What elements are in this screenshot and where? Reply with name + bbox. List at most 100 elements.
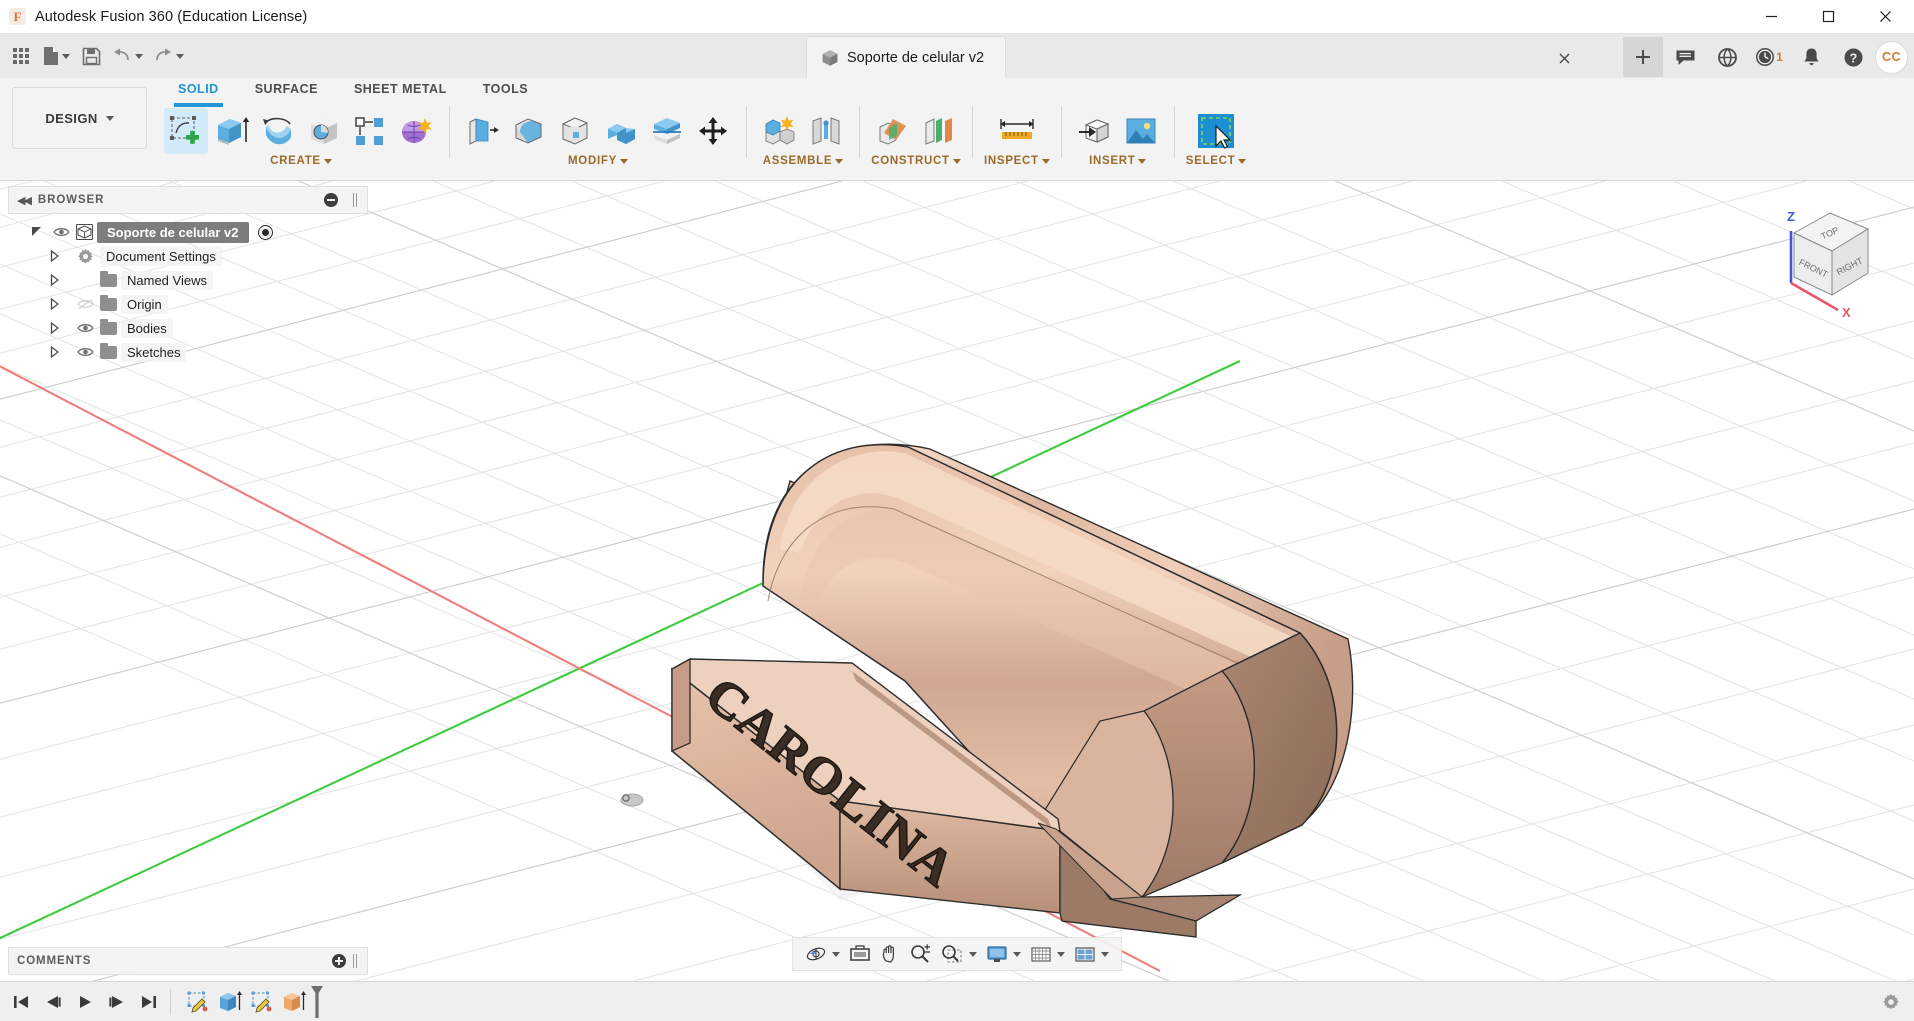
step-back-button[interactable]: [38, 987, 68, 1017]
expand-collapse-icon[interactable]: [50, 274, 70, 286]
chevron-down-icon[interactable]: [1101, 951, 1109, 957]
expand-collapse-icon[interactable]: [50, 250, 70, 262]
chevron-down-icon[interactable]: [62, 53, 70, 59]
visibility-eye-off-icon[interactable]: [74, 298, 96, 310]
chevron-down-icon[interactable]: [1057, 951, 1065, 957]
redo-button[interactable]: [149, 39, 188, 73]
viewport-canvas[interactable]: CAROLINA ◀◀ BROWSER Soporte de celular v…: [0, 181, 1914, 981]
tab-surface[interactable]: SURFACE: [237, 78, 336, 104]
joint-button[interactable]: [804, 108, 848, 154]
expand-collapse-icon[interactable]: [50, 322, 70, 334]
tab-sheet-metal[interactable]: SHEET METAL: [336, 78, 465, 104]
close-document-tab-button[interactable]: [1554, 48, 1574, 68]
panel-resize-grip[interactable]: [353, 954, 359, 968]
timeline-feature-extrude-2[interactable]: [279, 986, 309, 1018]
chevron-down-icon[interactable]: [1013, 951, 1021, 957]
midplane-button[interactable]: [917, 108, 961, 154]
maximize-button[interactable]: [1800, 0, 1857, 34]
new-file-button[interactable]: [38, 39, 74, 73]
browser-root-soporte-de-celular-v2[interactable]: Soporte de celular v2: [8, 220, 368, 244]
view-cube[interactable]: TOP FRONT RIGHT Z X: [1752, 191, 1902, 321]
comments-panel[interactable]: COMMENTS: [8, 947, 368, 975]
tab-tools[interactable]: TOOLS: [465, 78, 546, 104]
save-button[interactable]: [76, 39, 106, 73]
pan-button[interactable]: [876, 940, 904, 968]
assemble-group-label[interactable]: ASSEMBLE: [763, 155, 844, 167]
go-to-end-button[interactable]: [134, 987, 164, 1017]
insert-group-label[interactable]: INSERT: [1089, 155, 1147, 167]
minimize-button[interactable]: [1743, 0, 1800, 34]
insert-derive-button[interactable]: [1073, 108, 1117, 154]
browser-panel-header[interactable]: ◀◀ BROWSER: [8, 186, 368, 214]
timeline-feature-sketch-1[interactable]: [183, 986, 213, 1018]
play-button[interactable]: [70, 987, 100, 1017]
app-grid-button[interactable]: [6, 39, 36, 73]
visibility-eye-icon[interactable]: [74, 322, 96, 334]
zoom-window-button[interactable]: [936, 940, 981, 968]
viewports-button[interactable]: [1070, 940, 1113, 968]
revolve-button[interactable]: [256, 108, 300, 154]
modify-group-label[interactable]: MODIFY: [568, 155, 628, 167]
expand-collapse-icon[interactable]: [50, 298, 70, 310]
extrude-button[interactable]: [210, 108, 254, 154]
browser-item-sketches[interactable]: Sketches: [8, 340, 368, 364]
split-face-button[interactable]: [645, 108, 689, 154]
tab-solid[interactable]: SOLID: [160, 78, 237, 107]
chevron-down-icon[interactable]: [176, 53, 184, 59]
timeline-feature-extrude-1[interactable]: [215, 986, 245, 1018]
canvas-image-button[interactable]: [1119, 108, 1163, 154]
help-button[interactable]: ?: [1833, 37, 1873, 77]
measure-button[interactable]: [992, 108, 1042, 154]
activate-component-radio[interactable]: [257, 224, 273, 240]
panel-resize-grip[interactable]: [353, 193, 359, 207]
chevron-down-icon[interactable]: [135, 53, 143, 59]
timeline-settings-button[interactable]: [1876, 987, 1906, 1017]
expand-collapse-icon[interactable]: [50, 346, 70, 358]
display-settings-button[interactable]: [982, 940, 1025, 968]
notifications-button[interactable]: [1791, 37, 1831, 77]
press-pull-button[interactable]: [461, 108, 505, 154]
select-group-label[interactable]: SELECT: [1186, 155, 1247, 167]
document-tab[interactable]: Soporte de celular v2: [806, 36, 1006, 78]
close-window-button[interactable]: [1857, 0, 1914, 34]
create-group-label[interactable]: CREATE: [270, 155, 332, 167]
pending-jobs-button[interactable]: 1: [1749, 37, 1789, 77]
zoom-button[interactable]: [905, 940, 935, 968]
chevron-down-icon[interactable]: [832, 951, 840, 957]
construct-group-label[interactable]: CONSTRUCT: [871, 155, 961, 167]
step-forward-button[interactable]: [102, 987, 132, 1017]
add-tab-button[interactable]: [1623, 37, 1663, 77]
create-sketch-button[interactable]: [164, 108, 208, 154]
plus-circle-icon[interactable]: [332, 954, 346, 968]
timeline-feature-sketch-2[interactable]: [247, 986, 277, 1018]
job-status-button[interactable]: [1707, 37, 1747, 77]
fillet-button[interactable]: [507, 108, 551, 154]
visibility-eye-icon[interactable]: [50, 226, 72, 238]
user-avatar[interactable]: CC: [1875, 40, 1908, 74]
collapse-left-icon[interactable]: ◀◀: [17, 194, 32, 207]
expand-collapse-icon[interactable]: [26, 225, 46, 239]
create-form-button[interactable]: [394, 108, 438, 154]
move-copy-button[interactable]: [691, 108, 735, 154]
offset-plane-button[interactable]: [871, 108, 915, 154]
undo-button[interactable]: [108, 39, 147, 73]
origin-point-marker[interactable]: [620, 793, 644, 807]
grid-snaps-button[interactable]: [1026, 940, 1069, 968]
browser-item-document-settings[interactable]: Document Settings: [8, 244, 368, 268]
shell-button[interactable]: [553, 108, 597, 154]
select-button[interactable]: [1191, 108, 1241, 154]
pattern-button[interactable]: [348, 108, 392, 154]
browser-item-named-views[interactable]: Named Views: [8, 268, 368, 292]
workspace-selector[interactable]: DESIGN: [12, 87, 147, 149]
go-to-beginning-button[interactable]: [6, 987, 36, 1017]
browser-item-origin[interactable]: Origin: [8, 292, 368, 316]
new-component-button[interactable]: [758, 108, 802, 154]
orbit-button[interactable]: [801, 940, 844, 968]
inspect-group-label[interactable]: INSPECT: [984, 155, 1050, 167]
chevron-down-icon[interactable]: [969, 951, 977, 957]
minus-circle-icon[interactable]: [324, 193, 338, 207]
sweep-button[interactable]: [302, 108, 346, 154]
timeline-end-marker[interactable]: [309, 985, 325, 1019]
combine-button[interactable]: [599, 108, 643, 154]
browser-item-bodies[interactable]: Bodies: [8, 316, 368, 340]
